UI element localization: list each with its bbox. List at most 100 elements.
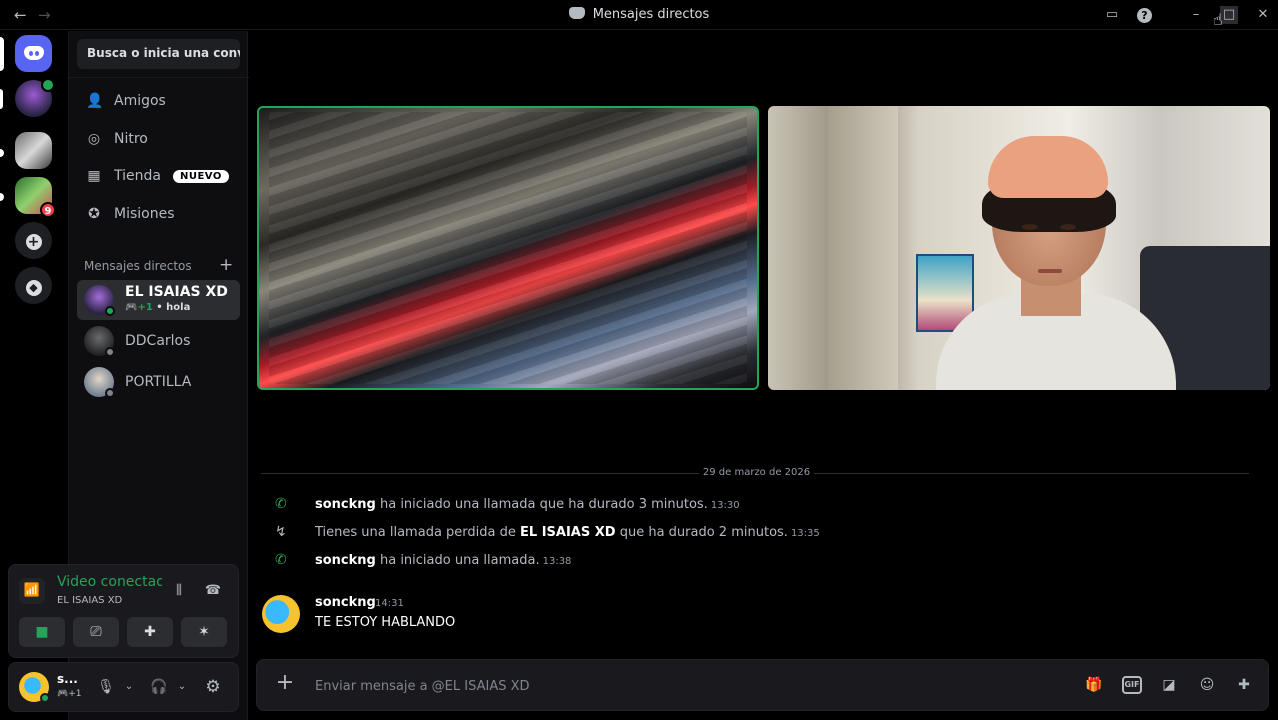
help-icon[interactable]: ? — [1137, 8, 1152, 23]
unread-pill — [0, 89, 3, 109]
attach-plus-icon[interactable]: + — [273, 671, 297, 695]
nav-quests[interactable]: ✪ Misiones — [77, 197, 240, 231]
dm-name: EL ISAIAS XD — [125, 284, 228, 300]
nav-shop[interactable]: ▦ Tienda NUEVO — [77, 159, 240, 193]
user-panel: s... 🎮+1 🎙 ⌄ 🎧 ⌄ ⚙ — [8, 662, 239, 712]
system-message-missed-call: ↯ Tienes una llamada perdida de EL ISAIAS… — [275, 524, 820, 540]
unread-badge: 9 — [40, 202, 56, 218]
timestamp: 13:30 — [710, 500, 740, 511]
soundboard-button[interactable]: ✶ — [181, 617, 227, 647]
noise-suppression-icon[interactable]: ⫼ — [169, 581, 189, 601]
system-message-call: ✆ sonckng ha iniciado una llamada que ha … — [275, 496, 740, 512]
phone-icon: ✆ — [275, 552, 287, 568]
chevron-down-icon[interactable]: ⌄ — [172, 677, 192, 697]
user-activity: 🎮+1 — [57, 689, 82, 699]
nav-label: Nitro — [114, 131, 148, 147]
chevron-down-icon[interactable]: ⌄ — [119, 677, 139, 697]
actor-name[interactable]: sonckng — [315, 553, 376, 568]
message-author[interactable]: sonckng — [315, 595, 376, 610]
person-mouth — [1038, 269, 1062, 273]
close-icon[interactable]: ✕ — [1254, 6, 1272, 24]
actor-name[interactable]: EL ISAIAS XD — [520, 525, 616, 540]
nitro-icon: ◎ — [87, 131, 101, 147]
nav-label: Misiones — [114, 206, 175, 222]
sticker-icon[interactable]: ◪ — [1159, 675, 1179, 695]
gif-icon[interactable]: GIF — [1122, 676, 1142, 694]
apps-icon[interactable]: ✚ — [1234, 675, 1254, 695]
server-icon-3[interactable]: 9 — [15, 177, 56, 218]
message-text: TE ESTOY HABLANDO — [315, 615, 456, 630]
actor-name[interactable]: sonckng — [315, 497, 376, 512]
username[interactable]: s... — [57, 672, 78, 686]
dm-name: PORTILLA — [125, 374, 192, 390]
activities-button[interactable]: ✚ — [127, 617, 173, 647]
status-online-icon — [40, 693, 50, 703]
soundboard-icon: ✶ — [198, 624, 210, 640]
screen-share-button[interactable]: ⎚ — [73, 617, 119, 647]
status-offline-icon — [105, 347, 115, 357]
gamepad-icon: 🎮 — [125, 302, 138, 313]
create-dm-plus-icon[interactable]: + — [219, 255, 233, 275]
dm-item-ddcarlos[interactable]: DDCarlos — [77, 321, 240, 361]
settings-gear-icon[interactable]: ⚙ — [203, 677, 223, 697]
discord-logo-icon — [24, 46, 44, 60]
voice-connection-panel: 📶 Video conectado EL ISAIAS XD ⫼ ☎ ■ ⎚ ✚… — [8, 564, 239, 658]
activities-icon: ✚ — [144, 624, 156, 640]
message-input[interactable] — [315, 676, 1015, 696]
plus-circle-icon: + — [25, 234, 42, 250]
camera-icon: ■ — [35, 624, 49, 640]
quests-icon: ✪ — [88, 206, 100, 222]
discord-small-icon — [568, 7, 585, 19]
inbox-icon[interactable]: ▭ — [1103, 6, 1121, 24]
shop-icon: ▦ — [87, 168, 101, 184]
system-message-call: ✆ sonckng ha iniciado una llamada. 13:38 — [275, 552, 572, 568]
date-divider: 29 de marzo de 2026 — [249, 467, 1264, 478]
dm-item-portilla[interactable]: PORTILLA — [77, 362, 240, 402]
person-eye — [1060, 224, 1076, 230]
disconnect-icon[interactable]: ☎ — [203, 581, 223, 601]
nav-friends[interactable]: 👤 Amigos — [77, 84, 240, 118]
explore-button[interactable]: ◆ — [15, 267, 52, 304]
voice-channel[interactable]: EL ISAIAS XD — [57, 595, 122, 606]
window-title: Mensajes directos — [0, 7, 1278, 22]
compass-icon: ◆ — [25, 280, 42, 296]
nav-label: Amigos — [114, 93, 166, 109]
minimize-icon[interactable]: – — [1187, 6, 1205, 24]
dm-section-header: Mensajes directos — [84, 259, 192, 273]
video-tile-camera[interactable] — [768, 106, 1270, 390]
emoji-icon[interactable]: ☺ — [1197, 675, 1217, 695]
server-icon-1[interactable] — [15, 78, 55, 117]
dm-item-el-isaias-xd[interactable]: EL ISAIAS XD 🎮+1 • hola — [77, 280, 240, 320]
unread-dot — [0, 193, 4, 201]
signal-icon[interactable]: 📶 — [19, 578, 45, 604]
message-avatar[interactable] — [262, 595, 300, 633]
missed-call-icon: ↯ — [275, 524, 287, 540]
server-icon-2[interactable] — [15, 132, 52, 169]
person-eye — [1022, 224, 1038, 230]
video-tile-screen-share[interactable] — [257, 106, 759, 390]
search-input[interactable]: Busca o inicia una conv... — [77, 39, 240, 69]
microphone-icon[interactable]: 🎙 — [96, 677, 116, 697]
voice-status[interactable]: Video conectado — [57, 574, 162, 590]
timestamp: 13:35 — [790, 528, 820, 539]
headphones-icon[interactable]: 🎧 — [149, 677, 169, 697]
status-online-icon — [105, 306, 115, 316]
divider — [69, 77, 249, 78]
camera-button[interactable]: ■ — [19, 617, 65, 647]
mouse-cursor-icon: ☝ — [1213, 10, 1223, 29]
person-cap — [988, 136, 1108, 198]
phone-icon: ✆ — [275, 496, 287, 512]
message-timestamp: 14:31 — [375, 598, 404, 609]
stream-frame — [269, 112, 747, 384]
unread-dot — [0, 149, 4, 157]
gift-icon[interactable]: 🎁 — [1084, 675, 1104, 695]
nav-nitro[interactable]: ◎ Nitro — [77, 122, 240, 156]
status-offline-icon — [105, 388, 115, 398]
new-badge: NUEVO — [172, 169, 229, 183]
add-server-button[interactable]: + — [15, 222, 52, 259]
title-bar: ← → Mensajes directos ▭ ? – □ ✕ — [0, 0, 1278, 30]
timestamp: 13:38 — [542, 556, 572, 567]
background-door — [828, 106, 898, 390]
friends-icon: 👤 — [86, 93, 104, 109]
home-button[interactable] — [15, 35, 52, 72]
